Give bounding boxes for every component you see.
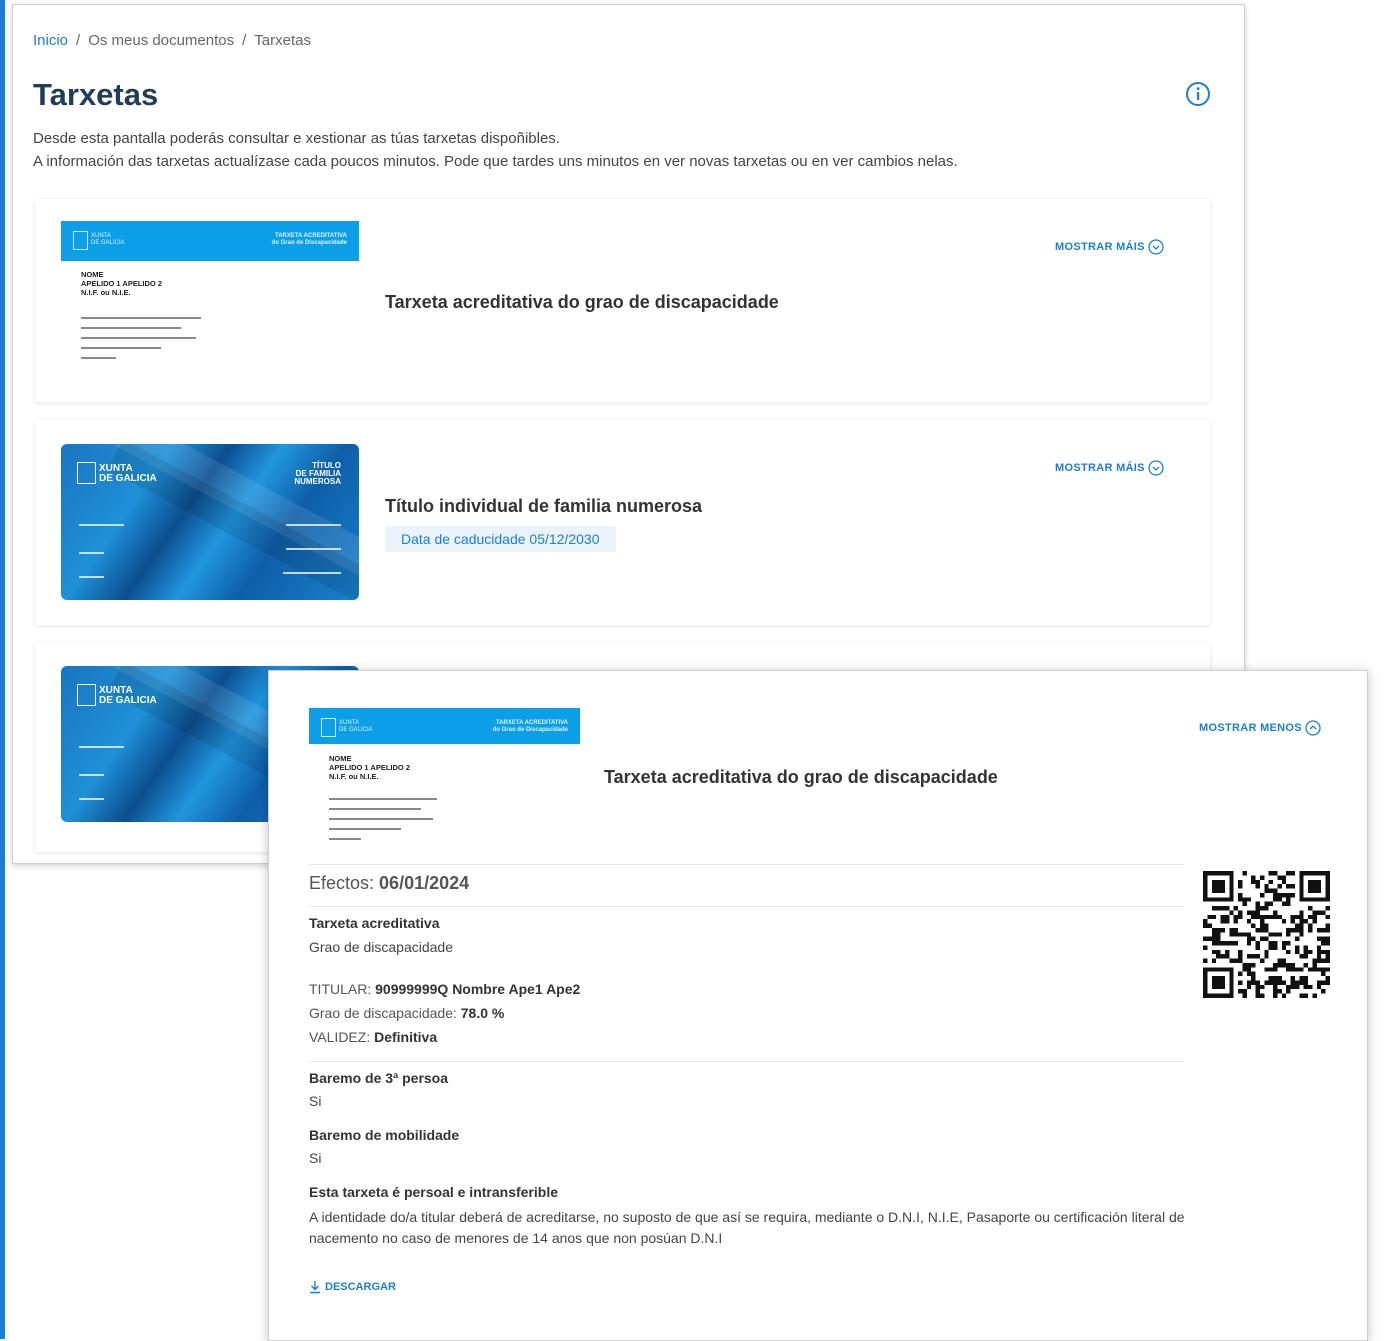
divider xyxy=(309,906,1184,907)
card-type-title: Tarxeta acreditativa xyxy=(309,915,440,931)
intro-line-2: A información das tarxetas actualízase c… xyxy=(33,153,958,170)
detail-title: Tarxeta acreditativa do grao de discapac… xyxy=(604,767,998,787)
card-org: XUNTA DE GALICIA xyxy=(99,685,157,706)
card-disability[interactable]: XUNTA DE GALICIA TARXETA ACREDITATIVA do G… xyxy=(35,199,1210,402)
breadcrumb-current: Tarxetas xyxy=(254,32,311,49)
card-detail-panel: XUNTA DE GALICIA TARXETA ACREDITATIVA do G… xyxy=(268,670,1368,1341)
show-more-label: MOSTRAR MÁIS xyxy=(1055,241,1145,253)
card-fields: NOME APELIDO 1 APELIDO 2 N.I.F. ou N.I.E… xyxy=(329,754,410,781)
family-card-image: XUNTA DE GALICIA TÍTULO DE FAMILIA NUMEROSA xyxy=(61,444,359,600)
card-kind: TARXETA ACREDITATIVA do Grao de Discapaci… xyxy=(492,720,568,733)
download-button[interactable]: DESCARGAR xyxy=(309,1280,396,1294)
xunta-logo-icon xyxy=(321,718,336,737)
breadcrumb-separator: / xyxy=(76,32,81,49)
chevron-circle-icon xyxy=(1148,460,1164,476)
xunta-logo-icon xyxy=(77,462,96,484)
card-title: Título individual de familia numerosa xyxy=(385,496,703,516)
card-header-band: XUNTA DE GALICIA TARXETA ACREDITATIVA do G… xyxy=(61,221,359,261)
personal-notice: A identidade do/a titular deberá de acre… xyxy=(309,1209,1185,1246)
download-icon xyxy=(310,1281,320,1294)
show-less-label: MOSTRAR MENOS xyxy=(1199,722,1302,734)
third-person-value: Si xyxy=(309,1093,322,1109)
disability-card-image: XUNTA DE GALICIA TARXETA ACREDITATIVA do G… xyxy=(61,221,359,381)
show-less-button[interactable]: MOSTRAR MENOS xyxy=(1199,720,1321,736)
left-accent-stripe xyxy=(0,0,5,1339)
card-type-value: Grao de discapacidade xyxy=(309,939,453,955)
xunta-logo-icon xyxy=(73,231,88,250)
chevron-circle-icon xyxy=(1305,720,1321,736)
breadcrumb-documents[interactable]: Os meus documentos xyxy=(88,32,234,49)
validity-row: VALIDEZ: Definitiva xyxy=(309,1029,438,1045)
chevron-circle-icon xyxy=(1148,239,1164,255)
breadcrumb-home[interactable]: Inicio xyxy=(33,32,68,49)
third-person-title: Baremo de 3ª persoa xyxy=(309,1070,449,1086)
mobility-value: Si xyxy=(309,1150,322,1166)
effects-date: Efectos: 06/01/2024 xyxy=(309,873,470,893)
disability-card-image: XUNTA DE GALICIA TARXETA ACREDITATIVA do G… xyxy=(309,708,580,848)
breadcrumb: Inicio / Os meus documentos / Tarxetas xyxy=(33,32,311,49)
card-detail-lines xyxy=(81,317,201,367)
show-more-button[interactable]: MOSTRAR MÁIS xyxy=(1055,239,1164,255)
page-intro: Desde esta pantalla poderás consultar e … xyxy=(33,127,958,173)
show-more-label: MOSTRAR MÁIS xyxy=(1055,462,1145,474)
card-family[interactable]: XUNTA DE GALICIA TÍTULO DE FAMILIA NUMEROSA… xyxy=(35,420,1210,625)
xunta-logo-icon xyxy=(77,684,96,706)
expiry-badge: Data de caducidade 05/12/2030 xyxy=(385,526,616,552)
degree-row: Grao de discapacidade: 78.0 % xyxy=(309,1005,505,1021)
card-header-band: XUNTA DE GALICIA TARXETA ACREDITATIVA do G… xyxy=(309,708,580,744)
card-title: Tarxeta acreditativa do grao de discapac… xyxy=(385,292,779,312)
card-fields: NOME APELIDO 1 APELIDO 2 N.I.F. ou N.I.E… xyxy=(81,270,162,297)
card-org: XUNTA DE GALICIA xyxy=(91,233,125,246)
page-title: Tarxetas xyxy=(33,77,159,112)
card-org: XUNTA DE GALICIA xyxy=(99,463,157,484)
mobility-title: Baremo de mobilidade xyxy=(309,1127,460,1143)
divider xyxy=(309,864,1184,865)
card-kind: TÍTULO DE FAMILIA NUMEROSA xyxy=(294,461,341,486)
card-detail-lines xyxy=(329,798,437,848)
breadcrumb-separator: / xyxy=(242,32,247,49)
qr-code-icon xyxy=(1203,871,1330,998)
download-label: DESCARGAR xyxy=(325,1281,396,1293)
show-more-button[interactable]: MOSTRAR MÁIS xyxy=(1055,460,1164,476)
holder-row: TITULAR: 90999999Q Nombre Ape1 Ape2 xyxy=(309,981,581,997)
personal-title: Esta tarxeta é persoal e intransferible xyxy=(309,1184,558,1200)
divider xyxy=(309,1061,1184,1062)
card-org: XUNTA DE GALICIA xyxy=(339,720,373,733)
intro-line-1: Desde esta pantalla poderás consultar e … xyxy=(33,130,560,147)
card-kind: TARXETA ACREDITATIVA do Grao de Discapaci… xyxy=(271,233,347,246)
info-icon[interactable] xyxy=(1185,81,1211,107)
